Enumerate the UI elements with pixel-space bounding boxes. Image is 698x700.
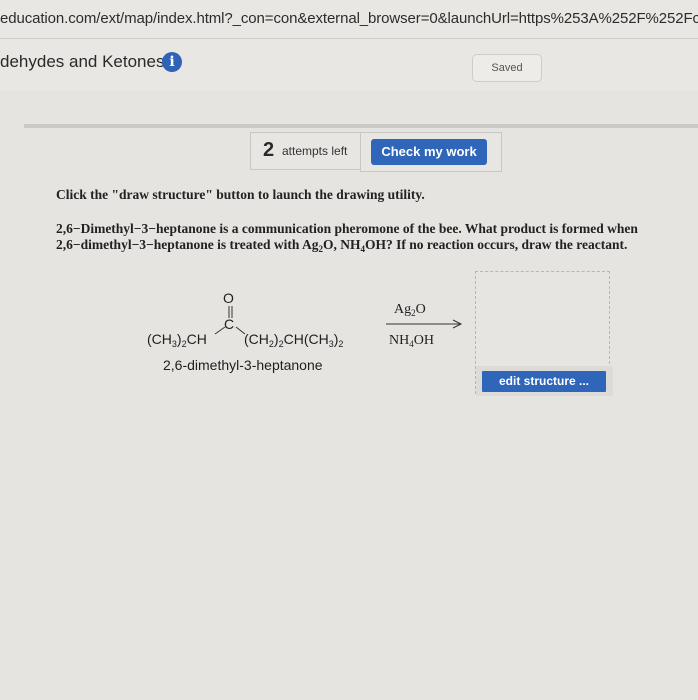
saved-status-button[interactable]: Saved <box>472 54 542 82</box>
info-icon[interactable]: i <box>162 52 182 72</box>
carbonyl-oxygen: O <box>223 290 234 306</box>
reagent-top: Ag2O <box>394 302 426 318</box>
question-prompt-line2: 2,6−dimethyl−3−heptanone is treated with… <box>56 237 628 254</box>
reaction-arrow-icon <box>386 319 463 329</box>
edit-structure-button[interactable]: edit structure ... <box>482 371 606 392</box>
attempts-count: 2 <box>263 139 275 161</box>
divider <box>24 124 698 128</box>
url-text[interactable]: education.com/ext/map/index.html?_con=co… <box>0 10 698 27</box>
right-group: (CH2)2CH(CH3)2 <box>244 331 344 349</box>
attempts-indicator: 2 attempts left <box>250 132 361 170</box>
compound-name: 2,6-dimethyl-3-heptanone <box>163 357 323 373</box>
left-group: (CH3)2CH <box>147 331 207 349</box>
check-my-work-button[interactable]: Check my work <box>371 139 487 165</box>
attempts-label: attempts left <box>282 144 348 158</box>
instruction-text: Click the "draw structure" button to lau… <box>56 187 425 202</box>
browser-address-bar[interactable]: education.com/ext/map/index.html?_con=co… <box>0 0 698 39</box>
check-work-container: Check my work <box>360 132 502 172</box>
page-title: dehydes and Ketones <box>0 52 165 71</box>
question-prompt-line1: 2,6−Dimethyl−3−heptanone is a communicat… <box>56 221 638 236</box>
reagent-bottom: NH4OH <box>389 333 434 349</box>
